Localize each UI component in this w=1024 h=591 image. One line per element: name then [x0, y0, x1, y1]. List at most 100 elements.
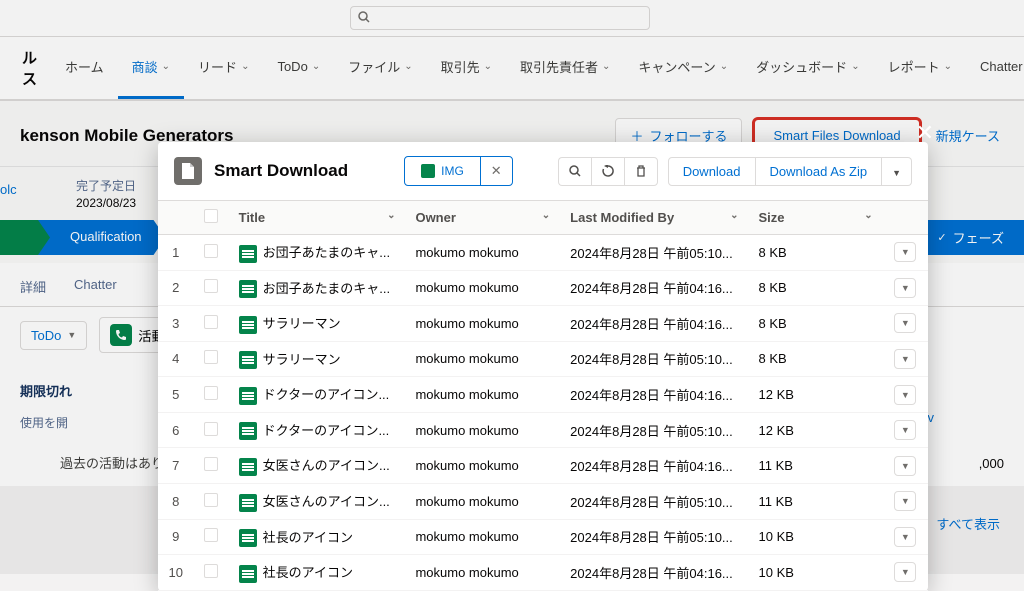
- file-type-icon: [239, 351, 257, 369]
- row-index: 7: [158, 448, 194, 484]
- file-type-icon: [239, 458, 257, 476]
- image-type-icon: [421, 164, 435, 178]
- cell-title[interactable]: お団子あたまのキャ...: [229, 235, 406, 271]
- cell-modified: 2024年8月28日 午前04:16...: [560, 448, 748, 484]
- table-row: 10社長のアイコンmokumo mokumo2024年8月28日 午前04:16…: [158, 555, 928, 591]
- col-owner[interactable]: Owner ⌄: [405, 201, 560, 235]
- cell-owner[interactable]: mokumo mokumo: [405, 519, 560, 555]
- row-checkbox[interactable]: [194, 377, 229, 413]
- row-index: 6: [158, 412, 194, 448]
- row-index: 8: [158, 483, 194, 519]
- filter-pill-group: IMG ✕: [404, 156, 513, 186]
- download-zip-button[interactable]: Download As Zip: [756, 157, 883, 186]
- file-type-icon: [239, 494, 257, 512]
- download-button[interactable]: Download: [668, 157, 756, 186]
- cell-actions: ▼: [883, 555, 928, 591]
- cell-title[interactable]: 社長のアイコン: [229, 519, 406, 555]
- col-title[interactable]: Title⌄: [229, 201, 406, 235]
- row-menu-button[interactable]: ▼: [894, 385, 916, 405]
- trash-icon: [635, 165, 647, 177]
- cell-owner[interactable]: mokumo mokumo: [405, 555, 560, 591]
- row-menu-button[interactable]: ▼: [894, 527, 916, 547]
- col-size[interactable]: Size⌄: [749, 201, 883, 235]
- cell-modified: 2024年8月28日 午前04:16...: [560, 377, 748, 413]
- table-row: 9社長のアイコンmokumo mokumo2024年8月28日 午前05:10.…: [158, 519, 928, 555]
- sort-icon: ⌄: [864, 210, 872, 221]
- table-row: 1お団子あたまのキャ...mokumo mokumo2024年8月28日 午前0…: [158, 235, 928, 271]
- cell-owner[interactable]: mokumo mokumo: [405, 270, 560, 306]
- file-title: 社長のアイコン: [263, 530, 353, 545]
- cell-size: 12 KB: [749, 377, 883, 413]
- cell-modified: 2024年8月28日 午前04:16...: [560, 306, 748, 342]
- cell-actions: ▼: [883, 519, 928, 555]
- search-files-button[interactable]: [558, 157, 591, 186]
- cell-owner[interactable]: mokumo mokumo: [405, 377, 560, 413]
- cell-size: 10 KB: [749, 555, 883, 591]
- cell-owner[interactable]: mokumo mokumo: [405, 412, 560, 448]
- table-row: 2お団子あたまのキャ...mokumo mokumo2024年8月28日 午前0…: [158, 270, 928, 306]
- cell-size: 8 KB: [749, 235, 883, 271]
- cell-actions: ▼: [883, 235, 928, 271]
- row-checkbox[interactable]: [194, 306, 229, 342]
- cell-owner[interactable]: mokumo mokumo: [405, 235, 560, 271]
- cell-owner[interactable]: mokumo mokumo: [405, 483, 560, 519]
- cell-modified: 2024年8月28日 午前05:10...: [560, 483, 748, 519]
- close-icon[interactable]: ✕: [916, 120, 934, 146]
- row-checkbox[interactable]: [194, 555, 229, 591]
- table-row: 7 女医さんのアイコン... mokumo mokumo2024年8月28日 午前0…: [158, 448, 928, 484]
- row-checkbox[interactable]: [194, 412, 229, 448]
- download-more-button[interactable]: ▼: [882, 157, 912, 186]
- file-title: サラリーマン: [263, 316, 341, 331]
- cell-owner[interactable]: mokumo mokumo: [405, 306, 560, 342]
- cell-modified: 2024年8月28日 午前05:10...: [560, 519, 748, 555]
- cell-modified: 2024年8月28日 午前05:10...: [560, 235, 748, 271]
- row-menu-button[interactable]: ▼: [894, 349, 916, 369]
- row-menu-button[interactable]: ▼: [894, 420, 916, 440]
- col-index: [158, 201, 194, 235]
- row-menu-button[interactable]: ▼: [894, 491, 916, 511]
- remove-pill-icon[interactable]: ✕: [480, 157, 512, 185]
- delete-button[interactable]: [624, 157, 658, 186]
- row-checkbox[interactable]: [194, 341, 229, 377]
- cell-size: 12 KB: [749, 412, 883, 448]
- row-index: 4: [158, 341, 194, 377]
- file-type-icon: [239, 280, 257, 298]
- cell-title[interactable]: 女医さんのアイコン...: [229, 448, 406, 484]
- search-icon: [569, 165, 581, 177]
- row-menu-button[interactable]: ▼: [894, 456, 916, 476]
- col-modified[interactable]: Last Modified By⌄: [560, 201, 748, 235]
- cell-actions: ▼: [883, 448, 928, 484]
- row-menu-button[interactable]: ▼: [894, 278, 916, 298]
- cell-owner[interactable]: mokumo mokumo: [405, 448, 560, 484]
- row-menu-button[interactable]: ▼: [894, 242, 916, 262]
- file-title: 女医さんのアイコン...: [263, 458, 390, 473]
- file-title: 社長のアイコン: [263, 565, 353, 580]
- cell-title[interactable]: 女医さんのアイコン...: [229, 483, 406, 519]
- checkbox-icon: [204, 386, 218, 400]
- row-index: 3: [158, 306, 194, 342]
- file-type-icon: [239, 245, 257, 263]
- cell-title[interactable]: サラリーマン: [229, 341, 406, 377]
- modal-header: Smart Download IMG ✕ Download Download A…: [158, 142, 928, 201]
- row-checkbox[interactable]: [194, 270, 229, 306]
- row-checkbox[interactable]: [194, 483, 229, 519]
- cell-owner[interactable]: mokumo mokumo: [405, 341, 560, 377]
- row-checkbox[interactable]: [194, 448, 229, 484]
- col-owner-label: Owner: [415, 210, 455, 225]
- row-index: 10: [158, 555, 194, 591]
- row-checkbox[interactable]: [194, 519, 229, 555]
- refresh-button[interactable]: [591, 157, 624, 186]
- cell-title[interactable]: 社長のアイコン: [229, 555, 406, 591]
- row-menu-button[interactable]: ▼: [894, 313, 916, 333]
- cell-title[interactable]: お団子あたまのキャ...: [229, 270, 406, 306]
- filter-pill-img[interactable]: IMG: [405, 157, 480, 185]
- col-select-all[interactable]: [194, 201, 229, 235]
- cell-title[interactable]: サラリーマン: [229, 306, 406, 342]
- sort-icon: ⌄: [542, 210, 550, 221]
- row-checkbox[interactable]: [194, 235, 229, 271]
- row-menu-button[interactable]: ▼: [894, 562, 916, 582]
- cell-title[interactable]: ドクターのアイコン...: [229, 377, 406, 413]
- cell-title[interactable]: ドクターのアイコン...: [229, 412, 406, 448]
- modal-title: Smart Download: [214, 161, 348, 181]
- cell-size: 8 KB: [749, 306, 883, 342]
